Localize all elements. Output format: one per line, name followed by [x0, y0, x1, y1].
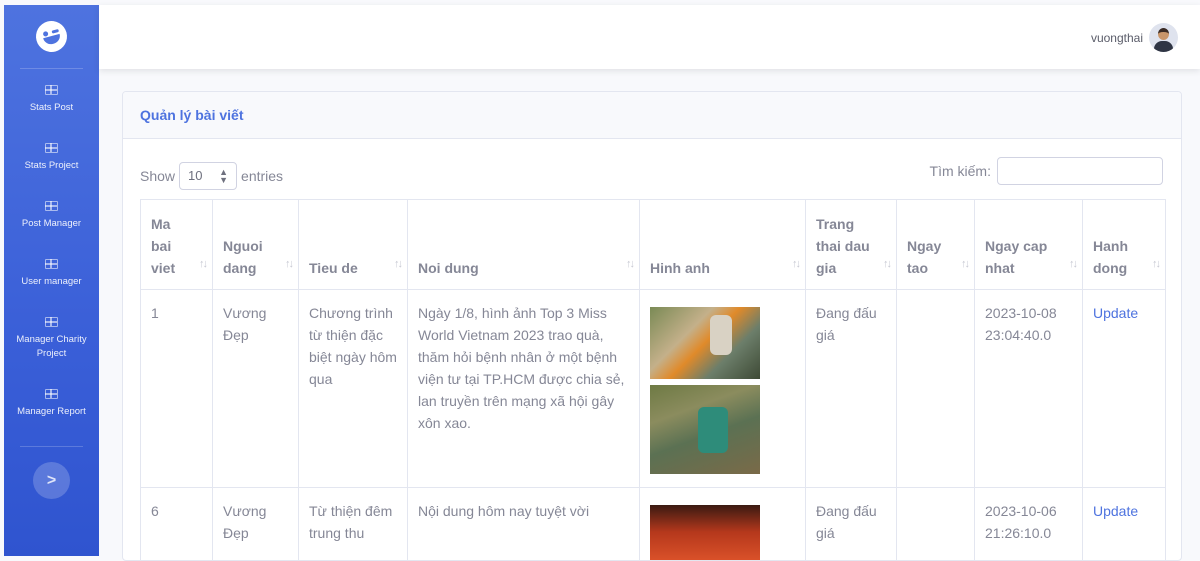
- column-header-id[interactable]: Ma bai viet ↑↓: [140, 199, 213, 290]
- sidebar-item-label: Stats Post: [29, 102, 74, 113]
- sidebar-item-label: Post Manager: [21, 218, 82, 229]
- brand-logo[interactable]: [4, 5, 99, 68]
- entries-value: 10: [188, 168, 203, 183]
- sidebar-item-user-manager[interactable]: User manager: [4, 259, 99, 289]
- cell-id: 6: [140, 487, 213, 560]
- column-header-title[interactable]: Tieu de ↑↓: [298, 199, 408, 290]
- sort-icon: ↑↓: [1152, 258, 1161, 270]
- cell-status: Đang đấu giá: [805, 289, 897, 488]
- user-name[interactable]: vuongthai: [1091, 31, 1143, 45]
- cell-title: Từ thiện đêm trung thu: [298, 487, 408, 560]
- sidebar-item-label: User manager: [21, 276, 82, 287]
- sidebar-item-label: Stats Project: [24, 160, 79, 171]
- sidebar-item-manager-report[interactable]: Manager Report: [4, 389, 99, 419]
- cell-image: [639, 487, 806, 560]
- post-image: [650, 505, 760, 560]
- column-header-action[interactable]: Hanh dong ↑↓: [1082, 199, 1166, 290]
- entries-label: entries: [241, 168, 284, 184]
- search-control: Tìm kiếm:: [930, 157, 1163, 185]
- sort-icon: ↑↓: [199, 258, 208, 270]
- sort-icon: ↑↓: [394, 258, 403, 270]
- column-header-updated[interactable]: Ngay cap nhat ↑↓: [974, 199, 1083, 290]
- cell-updated: 2023-10-08 23:04:40.0: [974, 289, 1083, 488]
- cell-author: Vương Đẹp: [212, 487, 299, 560]
- page-title: Quản lý bài viết: [140, 107, 244, 123]
- table-controls: Show 10 ▲ ▼ entries Tìm kiếm:: [140, 157, 1163, 190]
- cell-action: Update: [1082, 289, 1166, 488]
- sidebar-toggle-button[interactable]: >: [33, 462, 70, 499]
- sort-icon: ↑↓: [883, 258, 892, 270]
- sidebar-item-stats-project[interactable]: Stats Project: [4, 143, 99, 173]
- table-row: 1 Vương Đẹp Chương trình từ thiện đặc bi…: [140, 289, 1166, 488]
- update-link[interactable]: Update: [1093, 305, 1138, 321]
- chevron-right-icon: >: [46, 471, 57, 489]
- sidebar-divider: [20, 446, 83, 447]
- column-header-status[interactable]: Trang thai dau gia ↑↓: [805, 199, 897, 290]
- cell-created: [896, 487, 975, 560]
- table-icon: [45, 201, 58, 211]
- card-header: Quản lý bài viết: [123, 92, 1181, 139]
- cell-id: 1: [140, 289, 213, 488]
- search-input[interactable]: [997, 157, 1163, 185]
- cell-image: [639, 289, 806, 488]
- sort-arrows-icon: ▲ ▼: [219, 167, 229, 185]
- avatar[interactable]: [1149, 23, 1178, 52]
- table-icon: [45, 389, 58, 399]
- entries-select[interactable]: 10 ▲ ▼: [179, 162, 238, 190]
- cell-action: Update: [1082, 487, 1166, 560]
- sidebar-divider: [20, 68, 83, 69]
- show-label: Show: [140, 168, 176, 184]
- post-image: [650, 307, 760, 379]
- cell-title: Chương trình từ thiện đặc biệt ngày hôm …: [298, 289, 408, 488]
- sort-icon: ↑↓: [626, 258, 635, 270]
- column-header-author[interactable]: Nguoi dang ↑↓: [212, 199, 299, 290]
- sidebar: Stats Post Stats Project Post Manager Us…: [4, 5, 99, 556]
- table-icon: [45, 317, 58, 327]
- column-header-created[interactable]: Ngay tao ↑↓: [896, 199, 975, 290]
- table-header-row: Ma bai viet ↑↓ Nguoi dang ↑↓ Tieu de ↑↓ Noi…: [140, 199, 1166, 290]
- sort-icon: ↑↓: [792, 258, 801, 270]
- cell-updated: 2023-10-06 21:26:10.0: [974, 487, 1083, 560]
- posts-table: Ma bai viet ↑↓ Nguoi dang ↑↓ Tieu de ↑↓ Noi…: [140, 199, 1166, 560]
- table-icon: [45, 259, 58, 269]
- cell-content: Nội dung hôm nay tuyệt vời: [407, 487, 640, 560]
- table-row: 6 Vương Đẹp Từ thiện đêm trung thu Nội d…: [140, 487, 1166, 560]
- cell-status: Đang đấu giá: [805, 487, 897, 560]
- sidebar-item-stats-post[interactable]: Stats Post: [4, 85, 99, 115]
- sidebar-item-manager-charity-project[interactable]: Manager Charity Project: [4, 317, 99, 361]
- sort-icon: ↑↓: [1069, 258, 1078, 270]
- table-icon: [45, 143, 58, 153]
- cell-content: Ngày 1/8, hình ảnh Top 3 Miss World Viet…: [407, 289, 640, 488]
- column-header-image[interactable]: Hinh anh ↑↓: [639, 199, 806, 290]
- table-icon: [45, 85, 58, 95]
- sort-icon: ↑↓: [961, 258, 970, 270]
- update-link[interactable]: Update: [1093, 503, 1138, 519]
- column-header-content[interactable]: Noi dung ↑↓: [407, 199, 640, 290]
- post-image: [650, 385, 760, 474]
- topbar: vuongthai: [99, 5, 1200, 69]
- entries-control: Show 10 ▲ ▼ entries: [140, 162, 283, 190]
- sidebar-item-label: Manager Report: [17, 406, 86, 417]
- laugh-icon: [32, 17, 71, 56]
- post-manager-card: Quản lý bài viết Show 10 ▲ ▼ entries Tìm …: [122, 91, 1182, 561]
- search-label: Tìm kiếm:: [929, 163, 991, 179]
- sidebar-item-post-manager[interactable]: Post Manager: [4, 201, 99, 231]
- sort-icon: ↑↓: [285, 258, 294, 270]
- sidebar-item-label: Manager Charity Project: [16, 334, 87, 359]
- cell-author: Vương Đẹp: [212, 289, 299, 488]
- app: Stats Post Stats Project Post Manager Us…: [0, 0, 1200, 561]
- cell-created: [896, 289, 975, 488]
